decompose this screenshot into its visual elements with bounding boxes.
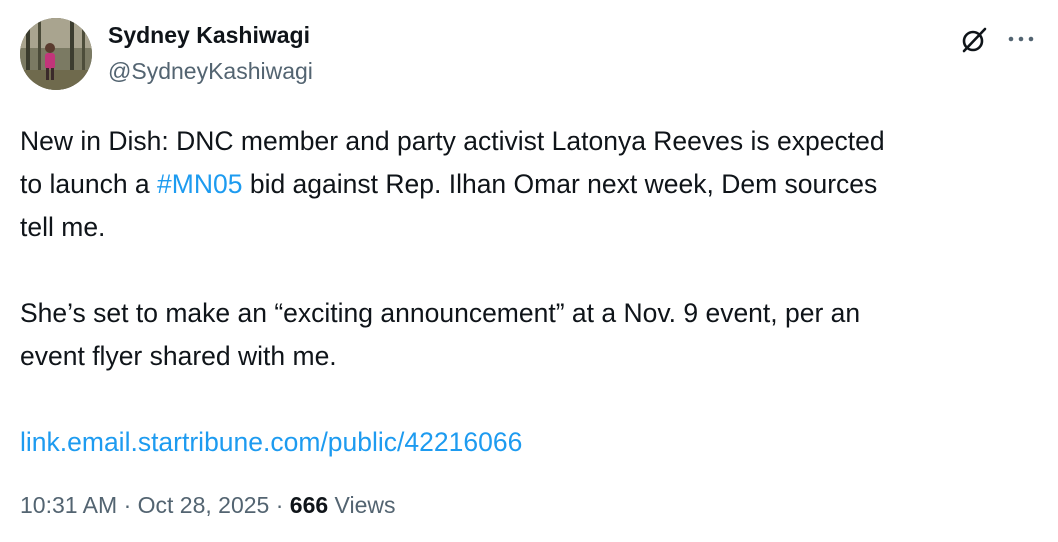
tweet-line: link.email.startribune.com/public/422160… (20, 421, 1042, 464)
tweet-meta: 10:31 AM · Oct 28, 2025 · 666 Views (20, 492, 396, 519)
author-handle[interactable]: @SydneyKashiwagi (108, 58, 313, 85)
tweet-text-segment: to launch a (20, 169, 158, 199)
meta-separator: · (117, 492, 138, 518)
tweet-text: New in Dish: DNC member and party activi… (20, 120, 1042, 464)
meta-separator: · (269, 492, 290, 518)
tweet-time[interactable]: 10:31 AM (20, 492, 117, 518)
views-count[interactable]: 666 (290, 492, 328, 518)
author-name[interactable]: Sydney Kashiwagi (108, 22, 310, 49)
tweet-line: She’s set to make an “exciting announcem… (20, 298, 861, 328)
tweet-line: to launch a #MN05 bid against Rep. Ilhan… (20, 163, 1042, 206)
avatar[interactable] (20, 18, 92, 90)
tweet-line: tell me. (20, 212, 106, 242)
tweet-text-segment: bid against Rep. Ilhan Omar next week, D… (242, 169, 878, 199)
external-link[interactable]: link.email.startribune.com/public/422160… (20, 427, 522, 457)
more-icon[interactable] (1004, 24, 1038, 54)
views-label[interactable]: Views (328, 492, 396, 518)
grok-icon[interactable] (958, 24, 990, 56)
tweet-line: New in Dish: DNC member and party activi… (20, 126, 885, 156)
hashtag-link[interactable]: #MN05 (157, 169, 242, 199)
tweet-line: event flyer shared with me. (20, 341, 337, 371)
tweet-date[interactable]: Oct 28, 2025 (138, 492, 270, 518)
